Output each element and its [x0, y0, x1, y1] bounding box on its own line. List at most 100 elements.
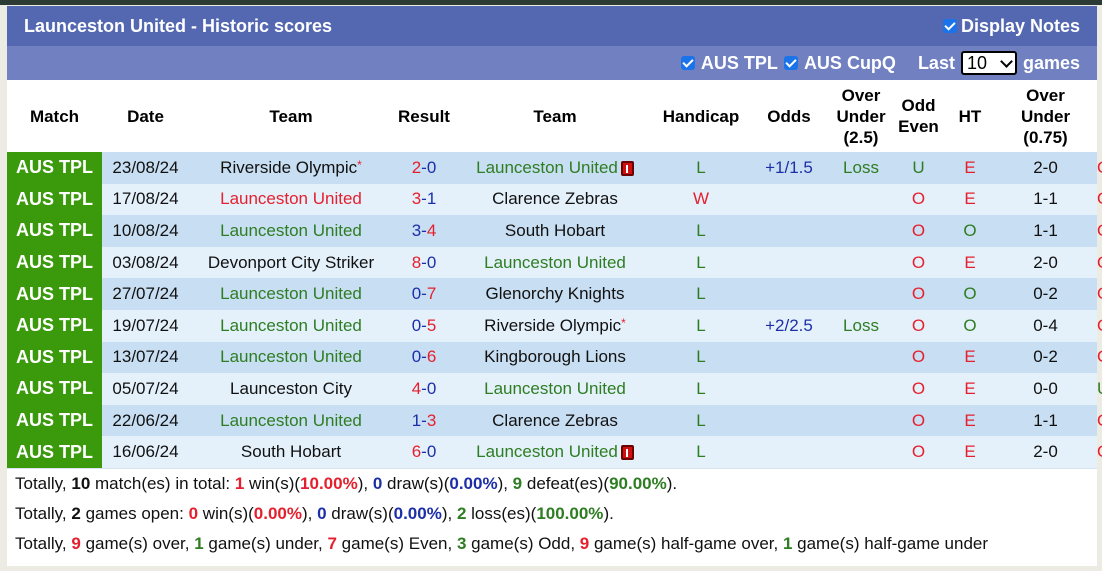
league-cell[interactable]: AUS TPL [7, 436, 102, 468]
summary-text: ), [357, 473, 373, 493]
away-team-name[interactable]: South Hobart [505, 221, 605, 240]
summary-text: ). [666, 473, 678, 493]
summary-text: ). [603, 503, 614, 523]
home-team-cell[interactable]: Launceston United [189, 215, 393, 247]
home-team-cell[interactable]: South Hobart [189, 436, 393, 468]
date-cell: 05/07/24 [102, 373, 189, 405]
away-score: 3 [426, 410, 437, 430]
score-cell[interactable]: 3-1 [393, 183, 455, 216]
date-cell: 16/06/24 [102, 436, 189, 468]
away-team-cell[interactable]: Launceston United [455, 246, 655, 279]
date-cell: 13/07/24 [102, 341, 189, 374]
away-team-name[interactable]: Launceston United [484, 379, 626, 398]
date-cell: 22/06/24 [102, 404, 189, 437]
over-under-cell: O [891, 341, 946, 374]
score-cell[interactable]: 8-0 [393, 246, 455, 279]
odds-cell [831, 183, 891, 216]
home-team-name[interactable]: Devonport City Striker [208, 253, 374, 272]
away-team-name[interactable]: Kingborough Lions [484, 347, 626, 366]
ht-score-cell: 0-2 [994, 341, 1097, 374]
away-team-name[interactable]: Launceston United [476, 158, 618, 177]
away-team-cell[interactable]: Riverside Olympic* [455, 309, 655, 342]
away-team-name[interactable]: Clarence Zebras [492, 189, 618, 208]
home-score: 6 [411, 442, 422, 462]
away-team-name[interactable]: Launceston United [484, 253, 626, 272]
result-cell: L [655, 436, 747, 468]
score-cell[interactable]: 6-0 [393, 436, 455, 468]
away-team-cell[interactable]: Launceston United [455, 436, 655, 468]
scores-table: Match Date Team Result Team Handicap Odds Over U… [7, 80, 1102, 468]
league-cell[interactable]: AUS TPL [7, 278, 102, 310]
league-cell[interactable]: AUS TPL [7, 152, 102, 184]
league-cell[interactable]: AUS TPL [7, 309, 102, 342]
home-team-cell[interactable]: Launceston United [189, 309, 393, 342]
result-cell: L [655, 152, 747, 184]
away-team-cell[interactable]: Kingborough Lions [455, 341, 655, 374]
summary-stat: 2 [71, 503, 81, 523]
away-team-cell[interactable]: South Hobart [455, 215, 655, 247]
result-cell: W [655, 183, 747, 216]
result-cell: L [655, 341, 747, 374]
away-team-name[interactable]: Glenorchy Knights [486, 284, 625, 303]
home-team-cell[interactable]: Devonport City Striker [189, 246, 393, 279]
date-cell: 17/08/24 [102, 183, 189, 216]
home-team-cell[interactable]: Launceston City [189, 373, 393, 405]
away-team-name[interactable]: Riverside Olympic [484, 316, 621, 335]
score-cell[interactable]: 3-4 [393, 215, 455, 247]
score-cell[interactable]: 2-0 [393, 152, 455, 184]
date-cell: 27/07/24 [102, 278, 189, 310]
league-filter-checkbox-aus-tpl[interactable] [680, 56, 695, 70]
home-team-cell[interactable]: Launceston United [189, 278, 393, 310]
home-team-name[interactable]: Launceston United [220, 347, 362, 366]
away-team-name[interactable]: Launceston United [476, 442, 618, 461]
odd-even-cell: E [946, 404, 994, 437]
home-team-name[interactable]: Riverside Olympic [220, 158, 357, 177]
odds-cell: Loss [831, 152, 891, 184]
league-cell[interactable]: AUS TPL [7, 215, 102, 247]
column-header-home-team: Team [269, 106, 313, 126]
away-team-cell[interactable]: Launceston United [455, 373, 655, 405]
summary-stat: 1 [782, 533, 793, 553]
handicap-cell: +2/2.5 [747, 309, 831, 342]
away-team-cell[interactable]: Clarence Zebras [455, 404, 655, 437]
home-team-name[interactable]: Launceston City [230, 379, 352, 398]
home-team-cell[interactable]: Launceston United [189, 341, 393, 374]
league-cell[interactable]: AUS TPL [7, 183, 102, 216]
column-header-over-under-2-5: Over Under (2.5) [836, 85, 886, 147]
home-team-name[interactable]: South Hobart [241, 442, 341, 461]
score-cell[interactable]: 0-7 [393, 278, 455, 310]
date-cell: 10/08/24 [102, 215, 189, 247]
summary-text: game(s) over, [80, 533, 195, 553]
table-row: AUS TPL 22/06/24 Launceston United 1-3 Clare… [7, 404, 1102, 437]
home-team-name[interactable]: Launceston United [220, 189, 362, 208]
odd-even-cell: E [946, 436, 994, 468]
ht-score-cell: 2-0 [994, 152, 1097, 184]
games-count-select[interactable]: 10 [960, 51, 1017, 75]
league-cell[interactable]: AUS TPL [7, 341, 102, 374]
away-team-cell[interactable]: Clarence Zebras [455, 183, 655, 216]
display-notes-checkbox[interactable] [942, 19, 957, 33]
games-count-value: 10 [966, 52, 987, 73]
league-filter-checkbox-aus-cupq[interactable] [783, 56, 798, 70]
away-team-name[interactable]: Clarence Zebras [492, 411, 618, 430]
home-team-cell[interactable]: Launceston United [189, 183, 393, 216]
home-team-name[interactable]: Launceston United [220, 221, 362, 240]
score-cell[interactable]: 1-3 [393, 404, 455, 437]
column-header-over-under-0-75: Over Under (0.75) [1020, 85, 1071, 147]
home-team-name[interactable]: Launceston United [220, 316, 362, 335]
away-team-cell[interactable]: Glenorchy Knights [455, 278, 655, 310]
league-cell[interactable]: AUS TPL [7, 246, 102, 279]
away-team-cell[interactable]: Launceston United [455, 152, 655, 184]
home-team-cell[interactable]: Riverside Olympic* [189, 152, 393, 184]
score-cell[interactable]: 0-5 [393, 309, 455, 342]
score-cell[interactable]: 0-6 [393, 341, 455, 374]
score-cell[interactable]: 4-0 [393, 373, 455, 405]
summary-stat: 7 [327, 533, 337, 553]
league-cell[interactable]: AUS TPL [7, 404, 102, 437]
home-team-name[interactable]: Launceston United [220, 284, 362, 303]
handicap-cell: +1/1.5 [747, 152, 831, 184]
display-notes-toggle[interactable]: Display Notes [942, 16, 1080, 37]
home-team-name[interactable]: Launceston United [220, 411, 362, 430]
league-cell[interactable]: AUS TPL [7, 373, 102, 405]
home-team-cell[interactable]: Launceston United [189, 404, 393, 437]
